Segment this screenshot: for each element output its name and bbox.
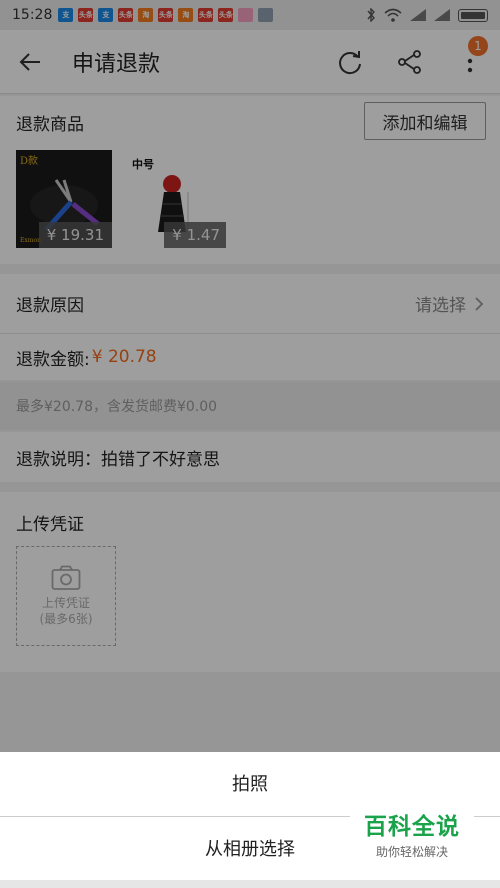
watermark-title: 百科全说 — [364, 813, 460, 840]
watermark-subtitle: 助你轻松解决 — [375, 844, 448, 859]
watermark-logo: 百科全说 助你轻松解决 — [350, 804, 474, 862]
modal-overlay[interactable] — [0, 0, 500, 752]
sheet-divider — [0, 880, 500, 888]
